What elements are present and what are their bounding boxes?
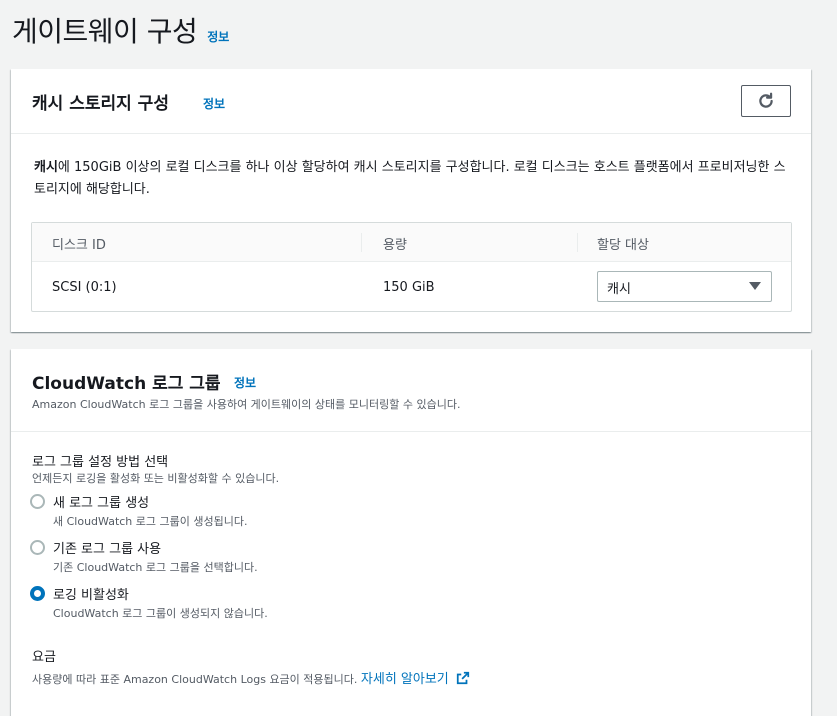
cloudwatch-info-link[interactable]: 정보 <box>234 374 256 391</box>
cache-storage-info-link[interactable]: 정보 <box>203 95 225 112</box>
page-info-link[interactable]: 정보 <box>207 28 229 45</box>
disk-id-cell: SCSI (0:1) <box>52 280 117 295</box>
cache-storage-panel: 캐시 스토리지 구성 정보 캐시에 150GiB 이상의 로컬 디스크를 하나 … <box>11 69 811 332</box>
method-label: 로그 그룹 설정 방법 선택 <box>32 455 169 470</box>
cloudwatch-description: Amazon CloudWatch 로그 그룹을 사용하여 게이트웨이의 상태를… <box>32 398 461 411</box>
radio-label[interactable]: 새 로그 그룹 생성 <box>53 492 149 511</box>
cache-storage-header: 캐시 스토리지 구성 정보 <box>11 69 811 134</box>
learn-more-link[interactable]: 자세히 알아보기 <box>361 671 470 687</box>
refresh-icon <box>759 92 773 108</box>
radio-description: CloudWatch 로그 그룹이 생성되지 않습니다. <box>53 607 268 620</box>
cloudwatch-panel: CloudWatch 로그 그룹 정보 Amazon CloudWatch 로그… <box>11 349 811 716</box>
allocation-select[interactable]: 캐시 <box>597 271 772 302</box>
column-divider <box>361 233 362 252</box>
radio-description: 기존 CloudWatch 로그 그룹을 선택합니다. <box>53 561 258 574</box>
cloudwatch-title: CloudWatch 로그 그룹 <box>32 374 221 394</box>
cache-storage-title: 캐시 스토리지 구성 <box>32 94 169 114</box>
column-capacity[interactable]: 용량 <box>383 234 407 253</box>
method-description: 언제든지 로깅을 활성화 또는 비활성화할 수 있습니다. <box>32 472 280 485</box>
fee-description-text: 사용량에 따라 표준 Amazon CloudWatch Logs 요금이 적용… <box>32 673 358 686</box>
page-header: 게이트웨이 구성 정보 <box>12 10 229 50</box>
radio-button[interactable] <box>30 540 45 555</box>
column-allocation[interactable]: 할당 대상 <box>597 234 649 253</box>
cloudwatch-header: CloudWatch 로그 그룹 정보 Amazon CloudWatch 로그… <box>11 349 811 432</box>
radio-description: 새 CloudWatch 로그 그룹이 생성됩니다. <box>53 515 248 528</box>
refresh-button[interactable] <box>741 85 791 117</box>
disk-table: 디스크 ID 용량 할당 대상 SCSI (0:1) 150 GiB 캐시 <box>31 222 792 312</box>
capacity-cell: 150 GiB <box>383 280 435 295</box>
external-link-icon <box>456 671 470 685</box>
table-header: 디스크 ID 용량 할당 대상 <box>32 223 791 262</box>
caret-down-icon <box>749 282 761 290</box>
description-bold: 캐시 <box>34 160 58 175</box>
column-disk-id[interactable]: 디스크 ID <box>52 234 106 253</box>
column-divider <box>577 233 578 252</box>
radio-button-checked[interactable] <box>30 586 45 601</box>
page-title: 게이트웨이 구성 <box>12 15 198 48</box>
radio-button[interactable] <box>30 494 45 509</box>
allocation-select-value: 캐시 <box>607 282 631 297</box>
learn-more-label[interactable]: 자세히 알아보기 <box>361 672 449 687</box>
radio-label[interactable]: 기존 로그 그룹 사용 <box>53 538 161 557</box>
fee-label: 요금 <box>32 650 56 665</box>
radio-label[interactable]: 로깅 비활성화 <box>53 584 129 603</box>
cache-storage-description: 캐시에 150GiB 이상의 로컬 디스크를 하나 이상 할당하여 캐시 스토리… <box>34 157 794 201</box>
fee-description: 사용량에 따라 표준 Amazon CloudWatch Logs 요금이 적용… <box>32 668 470 687</box>
description-rest: 에 150GiB 이상의 로컬 디스크를 하나 이상 할당하여 캐시 스토리지를… <box>34 160 786 197</box>
